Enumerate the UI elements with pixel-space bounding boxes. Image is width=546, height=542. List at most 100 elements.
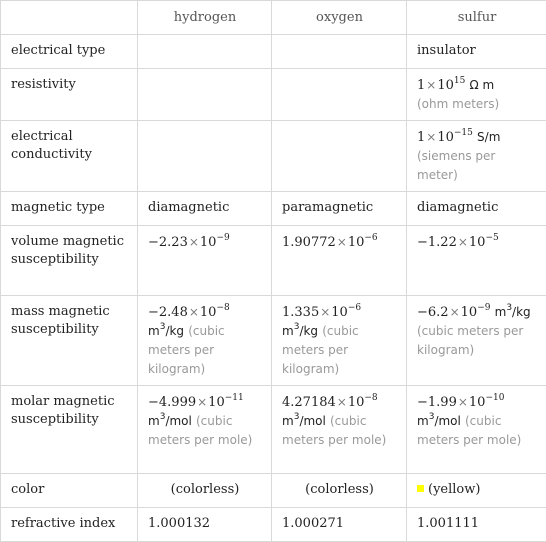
cell-oxygen: 4.27184×10−8 m3/mol (cubic meters per mo… [272,386,407,474]
row-label: magnetic type [1,192,138,226]
cell-hydrogen: −2.48×10−8 m3/kg (cubic meters per kilog… [138,296,272,386]
value-exponent: −5 [485,233,498,243]
cell-oxygen: (colorless) [272,474,407,508]
value-mantissa: 1 [417,130,425,145]
value-exponent: −9 [216,233,229,243]
unit-base: m [148,414,160,428]
cell-sulfur: diamagnetic [407,192,546,226]
header-hydrogen: hydrogen [138,1,272,35]
row-label: electrical conductivity [1,121,138,192]
cell-oxygen [272,35,407,69]
value-unit: m3/kg [148,324,184,338]
row-label: molar magnetic susceptibility [1,386,138,474]
value-base: 10 [348,235,365,250]
properties-table: hydrogen oxygen sulfur electrical type i… [0,0,546,542]
value-mantissa: −2.48 [148,305,188,320]
value-exponent: 15 [454,76,465,86]
times-sign: × [450,305,460,319]
cell-hydrogen: −4.999×10−11 m3/mol (cubic meters per mo… [138,386,272,474]
value-unit: m3/kg [282,324,318,338]
cell-oxygen: 1.335×10−6 m3/kg (cubic meters per kilog… [272,296,407,386]
cell-oxygen [272,121,407,192]
value-mantissa: 1 [417,78,425,93]
value-base: 10 [348,395,365,410]
value-unit: m3/mol [417,414,461,428]
cell-oxygen: 1.90772×10−6 [272,226,407,296]
value-exponent: −8 [216,303,229,313]
unit-base: m [148,324,160,338]
unit-denominator: /mol [434,414,460,428]
value-base: 10 [200,235,217,250]
row-refractive-index: refractive index 1.000132 1.000271 1.001… [1,508,546,542]
row-mass-magnetic-susceptibility: mass magnetic susceptibility −2.48×10−8 … [1,296,546,386]
unit-base: m [495,305,507,319]
times-sign: × [337,395,347,409]
row-label: color [1,474,138,508]
cell-sulfur: insulator [407,35,546,69]
value-base: 10 [208,395,225,410]
cell-hydrogen: diamagnetic [138,192,272,226]
unit-base: m [282,414,294,428]
row-label: refractive index [1,508,138,542]
row-label: volume magnetic susceptibility [1,226,138,296]
value-mantissa: −1.99 [417,395,457,410]
value-mantissa: 4.27184 [282,395,336,410]
value-base: 10 [469,395,486,410]
cell-oxygen: paramagnetic [272,192,407,226]
cell-sulfur: (yellow) [407,474,546,508]
unit-base: m [417,414,429,428]
cell-sulfur: 1×10−15 S/m (siemens per meter) [407,121,546,192]
row-label: electrical type [1,35,138,69]
cell-oxygen: 1.000271 [272,508,407,542]
value-exponent: −9 [477,303,490,313]
cell-hydrogen: (colorless) [138,474,272,508]
color-name: (yellow) [428,482,480,497]
cell-hydrogen: 1.000132 [138,508,272,542]
cell-sulfur: −6.2×10−9 m3/kg (cubic meters per kilogr… [407,296,546,386]
header-sulfur: sulfur [407,1,546,35]
cell-sulfur: 1.001111 [407,508,546,542]
times-sign: × [197,395,207,409]
unit-denominator: /mol [165,414,191,428]
value-mantissa: 1.90772 [282,235,336,250]
row-molar-magnetic-susceptibility: molar magnetic susceptibility −4.999×10−… [1,386,546,474]
cell-sulfur: −1.22×10−5 [407,226,546,296]
value-exponent: −6 [364,233,377,243]
times-sign: × [458,235,468,249]
times-sign: × [426,130,436,144]
row-magnetic-type: magnetic type diamagnetic paramagnetic d… [1,192,546,226]
unit-denominator: /kg [165,324,184,338]
unit-denominator: /kg [299,324,318,338]
row-volume-magnetic-susceptibility: volume magnetic susceptibility −2.23×10−… [1,226,546,296]
cell-sulfur: −1.99×10−10 m3/mol (cubic meters per mol… [407,386,546,474]
header-empty [1,1,138,35]
header-row: hydrogen oxygen sulfur [1,1,546,35]
times-sign: × [189,305,199,319]
unit-base: m [282,324,294,338]
value-unit: m3/mol [148,414,192,428]
value-mantissa: −2.23 [148,235,188,250]
unit-note: (ohm meters) [417,97,499,111]
cell-hydrogen [138,69,272,121]
value-mantissa: 1.335 [282,305,319,320]
value-mantissa: −4.999 [148,395,196,410]
times-sign: × [320,305,330,319]
value-unit: m3/mol [282,414,326,428]
times-sign: × [458,395,468,409]
row-label: mass magnetic susceptibility [1,296,138,386]
value-base: 10 [437,78,454,93]
row-electrical-type: electrical type insulator [1,35,546,69]
cell-hydrogen: −2.23×10−9 [138,226,272,296]
value-exponent: −15 [454,128,473,138]
row-color: color (colorless) (colorless) (yellow) [1,474,546,508]
cell-oxygen [272,69,407,121]
times-sign: × [426,78,436,92]
value-base: 10 [200,305,217,320]
unit-denominator: /kg [512,305,531,319]
yellow-color-swatch [417,485,424,492]
value-base: 10 [331,305,348,320]
cell-hydrogen [138,35,272,69]
value-exponent: −6 [348,303,361,313]
value-mantissa: −6.2 [417,305,449,320]
value-unit: m3/kg [495,305,531,319]
